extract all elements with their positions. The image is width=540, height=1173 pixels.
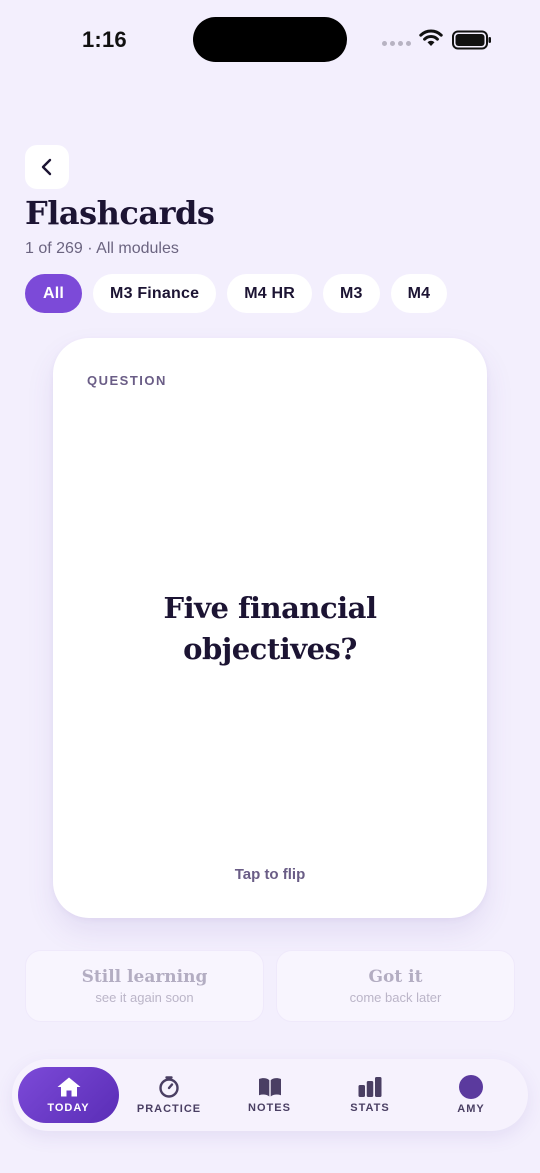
page-title: Flashcards — [25, 194, 215, 232]
card-question: Five financial objectives? — [163, 591, 377, 666]
bar-chart-icon — [358, 1077, 382, 1097]
bottom-tab-bar: TODAY PRACTICE NOTES STATS AMY — [12, 1059, 528, 1131]
battery-icon — [452, 30, 491, 50]
filter-chip-all[interactable]: All — [25, 274, 83, 313]
flashcard[interactable]: QUESTION Five financial objectives? Tap … — [53, 338, 487, 918]
status-time: 1:16 — [82, 27, 127, 52]
tab-practice-label: PRACTICE — [136, 1103, 202, 1115]
tab-today[interactable]: TODAY — [18, 1067, 119, 1123]
still-learning-button[interactable]: Still learning see it again soon — [25, 950, 264, 1022]
got-it-subtitle: come back later — [349, 990, 442, 1005]
tab-stats[interactable]: STATS — [320, 1059, 420, 1131]
timer-icon — [159, 1076, 179, 1098]
dynamic-island — [193, 17, 347, 62]
tab-profile-label: AMY — [457, 1103, 485, 1115]
tab-profile[interactable]: AMY — [420, 1059, 522, 1131]
status-bar: 1:16 — [0, 0, 540, 80]
filter-chip-m4-hr[interactable]: M4 HR — [227, 274, 312, 313]
filter-chip-m4[interactable]: M4 — [390, 274, 448, 313]
cellular-signal-icon — [382, 41, 411, 46]
card-progress: 1 of 269 · All modules — [25, 240, 179, 257]
tab-practice[interactable]: PRACTICE — [119, 1059, 219, 1131]
chevron-left-icon — [41, 158, 52, 176]
card-side-label: QUESTION — [87, 373, 167, 388]
tab-stats-label: STATS — [350, 1102, 390, 1114]
got-it-button[interactable]: Got it come back later — [276, 950, 515, 1022]
tap-to-flip-hint: Tap to flip — [234, 866, 306, 883]
filter-chip-m3-finance[interactable]: M3 Finance — [93, 274, 217, 313]
tab-today-label: TODAY — [47, 1102, 90, 1114]
avatar-icon — [459, 1075, 483, 1099]
still-learning-title: Still learning — [81, 967, 208, 987]
book-icon — [258, 1078, 281, 1097]
got-it-title: Got it — [368, 967, 423, 987]
tab-notes-label: NOTES — [248, 1102, 291, 1114]
wifi-icon — [419, 29, 443, 46]
still-learning-subtitle: see it again soon — [95, 990, 194, 1005]
module-filter-chips: All M3 Finance M4 HR M3 M4 — [25, 274, 448, 313]
filter-chip-m3[interactable]: M3 — [322, 274, 380, 313]
tab-notes[interactable]: NOTES — [219, 1059, 320, 1131]
home-icon — [57, 1077, 80, 1097]
back-button[interactable] — [25, 145, 69, 189]
